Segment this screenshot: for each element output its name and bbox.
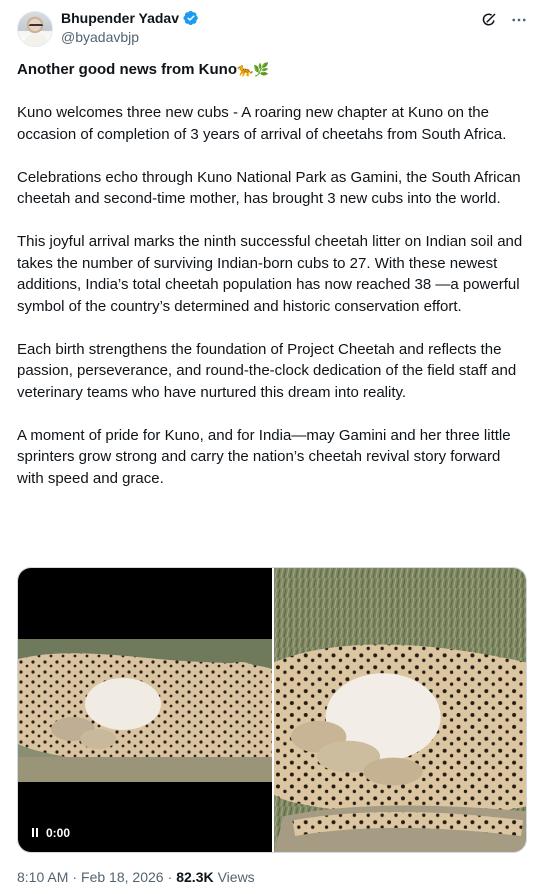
author-name[interactable]: Bhupender Yadav xyxy=(61,10,179,26)
views-count[interactable]: 82.3K xyxy=(176,869,213,885)
more-icon[interactable] xyxy=(509,10,529,30)
avatar[interactable] xyxy=(17,11,53,47)
views-label: Views xyxy=(217,869,255,885)
tweet-paragraph-5: A moment of pride for Kuno, and for Indi… xyxy=(17,426,511,487)
cheetah-photo[interactable] xyxy=(274,568,526,852)
video-player[interactable]: 0:00 xyxy=(18,568,272,852)
pause-icon[interactable] xyxy=(32,826,40,840)
tweet-time[interactable]: 8:10 AM xyxy=(17,869,68,885)
video-frame xyxy=(18,639,272,782)
cheetah-leaf-emoji-icon: 🐆🌿 xyxy=(236,62,270,78)
verified-badge-icon[interactable] xyxy=(183,10,199,26)
author-name-row: Bhupender Yadav xyxy=(61,10,199,26)
tweet-actions xyxy=(479,10,529,30)
tweet-paragraph-3: This joyful arrival marks the ninth succ… xyxy=(17,233,523,315)
tweet-meta: 8:10 AM · Feb 18, 2026 · 82.3K Views xyxy=(17,869,255,885)
tweet-paragraph-4: Each birth strengthens the foundation of… xyxy=(17,340,517,401)
media-gallery: 0:00 xyxy=(17,567,527,853)
video-time-label: 0:00 xyxy=(46,826,71,840)
meta-separator-2: · xyxy=(167,869,173,885)
tweet-header: Bhupender Yadav @byadavbjp xyxy=(17,10,529,50)
tweet-paragraph-1: Kuno welcomes three new cubs - A roaring… xyxy=(17,104,507,143)
tweet-paragraph-2: Celebrations echo through Kuno National … xyxy=(17,168,521,208)
video-time[interactable]: 0:00 xyxy=(32,826,70,840)
tweet-text: Another good news from Kuno🐆🌿 Kuno welco… xyxy=(17,59,529,511)
avatar-glasses xyxy=(29,24,43,28)
avatar-shirt xyxy=(24,34,48,46)
tweet-date[interactable]: Feb 18, 2026 xyxy=(81,869,164,885)
tweet-headline-text: Another good news from Kuno xyxy=(17,61,237,78)
tweet-headline: Another good news from Kuno🐆🌿 xyxy=(17,59,529,81)
author-handle[interactable]: @byadavbjp xyxy=(61,29,139,45)
grok-icon[interactable] xyxy=(479,10,499,30)
meta-separator: · xyxy=(72,869,78,885)
